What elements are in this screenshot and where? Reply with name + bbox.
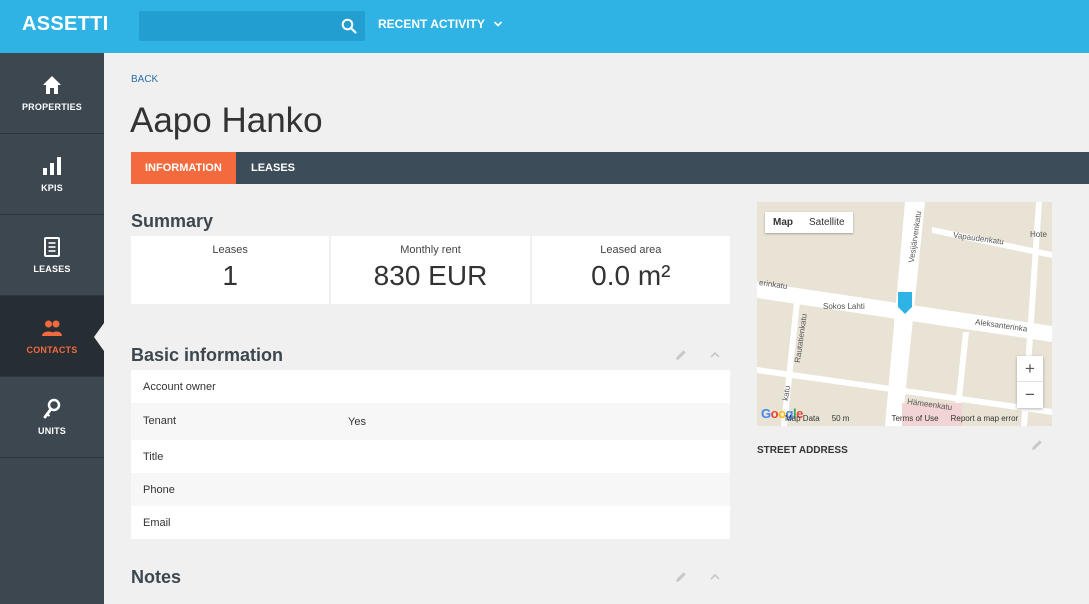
sidebar-item-kpis[interactable]: KPIS (0, 134, 104, 215)
card-value: 1 (222, 260, 238, 291)
tab-information[interactable]: INFORMATION (131, 152, 236, 184)
summary-card-leased-area: Leased area 0.0 m² (531, 236, 730, 304)
users-icon (42, 320, 62, 336)
card-label: Monthly rent (400, 244, 461, 256)
recent-activity-dropdown[interactable]: RECENT ACTIVITY (378, 17, 503, 31)
sidebar-item-label: PROPERTIES (21, 102, 82, 112)
chevron-down-icon (493, 21, 502, 27)
map-widget[interactable]: Vesijärvenkatu Vapaudenkatu Hote erinkat… (757, 202, 1052, 426)
row-value: Yes (348, 416, 366, 428)
summary-cards: Leases 1 Monthly rent 830 EUR Leased are… (131, 236, 730, 304)
map-scale: 50 m (831, 414, 850, 423)
row-key: Account owner (143, 381, 216, 393)
edit-icon[interactable] (674, 570, 688, 584)
zoom-in-button[interactable]: + (1017, 356, 1043, 382)
street-address-label: STREET ADDRESS (757, 445, 848, 456)
zoom-out-button[interactable]: − (1017, 382, 1043, 408)
sidebar-item-leases[interactable]: LEASES (0, 215, 104, 296)
table-row: Tenant Yes (131, 403, 730, 440)
card-label: Leased area (600, 244, 662, 256)
sidebar: PROPERTIES KPIS LEASES CONTACTS UNITS (0, 53, 104, 604)
home-icon (43, 76, 61, 94)
chevron-up-icon[interactable] (708, 348, 722, 362)
sidebar-item-contacts[interactable]: CONTACTS (0, 296, 104, 377)
table-row: Title (131, 440, 730, 473)
zoom-controls: + − (1017, 356, 1043, 408)
map-type-toggle: Map Satellite (765, 212, 853, 233)
sidebar-item-properties[interactable]: PROPERTIES (0, 53, 104, 134)
bar-chart-icon (43, 157, 61, 175)
row-key: Phone (143, 484, 175, 496)
row-key: Email (143, 517, 171, 529)
page-title: Aapo Hanko (130, 101, 323, 140)
summary-card-monthly-rent: Monthly rent 830 EUR (331, 236, 530, 304)
table-row: Phone (131, 473, 730, 506)
tab-bar: INFORMATION LEASES (131, 152, 1089, 184)
search-icon[interactable] (341, 18, 357, 34)
sidebar-item-label: KPIS (41, 183, 63, 193)
map-footer: Map Data 50 m Terms of Use Report a map … (785, 414, 1018, 423)
sidebar-item-label: LEASES (33, 264, 71, 274)
back-link[interactable]: BACK (131, 74, 158, 85)
table-row: Account owner (131, 370, 730, 403)
search-input[interactable] (139, 11, 365, 41)
table-row: Email (131, 506, 730, 539)
document-icon (44, 237, 60, 257)
basic-info-table: Account owner Tenant Yes Title Phone Ema… (131, 370, 730, 539)
row-key: Tenant (143, 415, 177, 427)
sidebar-item-label: UNITS (38, 426, 66, 436)
tab-leases[interactable]: LEASES (237, 152, 309, 184)
sidebar-item-units[interactable]: UNITS (0, 377, 104, 458)
terms-link[interactable]: Terms of Use (891, 414, 938, 423)
map-type-satellite-button[interactable]: Satellite (801, 212, 853, 233)
app-logo[interactable]: ASSETTI (22, 13, 109, 36)
active-indicator (94, 323, 104, 351)
chevron-up-icon[interactable] (708, 570, 722, 584)
basic-info-tools (674, 348, 722, 362)
card-label: Leases (212, 244, 248, 256)
edit-icon[interactable] (1030, 438, 1044, 452)
notes-tools (674, 570, 722, 584)
summary-title: Summary (131, 211, 214, 231)
map-data-link[interactable]: Map Data (785, 414, 820, 423)
street-label: Hote (1030, 230, 1047, 239)
top-bar: ASSETTI RECENT ACTIVITY (0, 0, 1089, 53)
map-type-map-button[interactable]: Map (765, 212, 801, 233)
notes-title: Notes (131, 567, 182, 587)
card-value: 0.0 m² (591, 260, 671, 291)
edit-icon[interactable] (674, 348, 688, 362)
street-label: Sokos Lahti (823, 302, 865, 311)
basic-info-title: Basic information (131, 345, 284, 365)
summary-card-leases: Leases 1 (131, 236, 330, 304)
recent-activity-label: RECENT ACTIVITY (378, 17, 485, 31)
key-icon (43, 398, 61, 419)
row-key: Title (143, 451, 164, 463)
sidebar-item-label: CONTACTS (26, 345, 78, 355)
card-value: 830 EUR (373, 260, 488, 291)
report-error-link[interactable]: Report a map error (951, 414, 1019, 423)
